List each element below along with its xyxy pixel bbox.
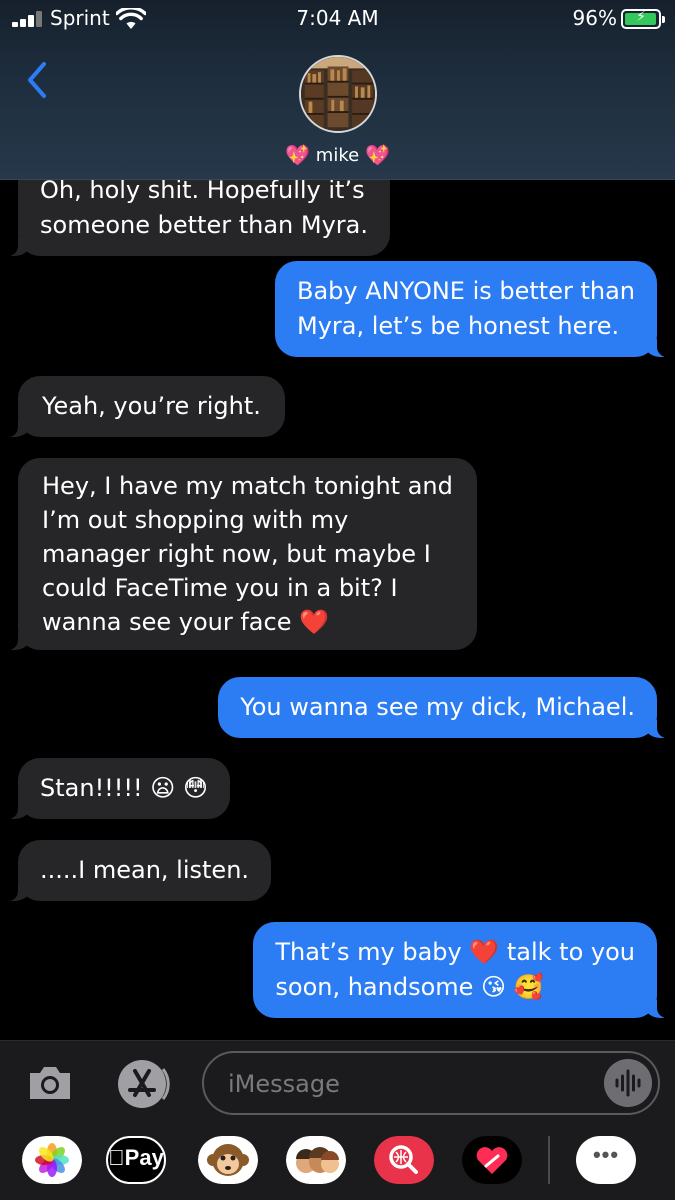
message-bubble-outgoing[interactable]: You wanna see my dick, Michael. [218,677,669,738]
sparkling-heart-icon: 💖 [285,143,311,167]
more-apps-icon: ••• [592,1142,620,1167]
message-bubble-outgoing[interactable]: Baby ANYONE is better than Myra, let’s b… [274,261,670,357]
message-bubble-outgoing[interactable]: That’s my baby ❤️ talk to you soon, hand… [253,922,669,1018]
app-drawer-divider [548,1136,550,1184]
back-chevron-icon[interactable] [22,60,52,100]
more-apps-button[interactable]: ••• [576,1136,636,1184]
message-bubble-incoming[interactable]: .....I mean, listen. [5,840,272,901]
apple-pay-label: Pay [108,1145,164,1171]
contact-name: mike [315,145,360,166]
message-input-container [202,1051,660,1115]
contact-name-row[interactable]: 💖 mike 💖 [0,143,675,167]
contact-avatar[interactable] [299,55,377,133]
conversation-header: Sprint 7:04 AM 96% ⚡ 💖 mike 💖 [0,0,675,180]
app-store-icon[interactable] [112,1059,170,1109]
message-bubble-incoming[interactable]: Hey, I have my match tonight and I’m out… [6,458,477,650]
animoji-monkey-icon[interactable] [198,1136,258,1184]
apple-pay-app-icon[interactable]: Pay [106,1136,166,1184]
memoji-stickers-icon[interactable] [286,1136,346,1184]
message-input[interactable] [228,1063,598,1105]
apple-logo-icon:  [108,1145,125,1170]
imessage-app-drawer: Pay [0,1136,675,1196]
message-bubble-incoming[interactable]: Stan!!!!! 😦 😳 [6,758,230,819]
message-bubble-incoming[interactable]: Yeah, you’re right. [6,376,285,437]
status-bar: Sprint 7:04 AM 96% ⚡ [0,0,675,40]
digital-touch-heart-icon[interactable] [462,1136,522,1184]
audio-waveform-icon[interactable] [604,1059,652,1107]
compose-bar: Pay [0,1040,675,1200]
photos-app-icon[interactable] [22,1136,82,1184]
charging-bolt-icon: ⚡ [636,9,646,25]
sparkling-heart-icon: 💖 [364,143,390,167]
battery-percentage: 96% [572,6,617,30]
battery-icon: ⚡ [621,9,665,29]
camera-icon[interactable] [26,1063,74,1103]
image-search-icon[interactable] [374,1136,434,1184]
